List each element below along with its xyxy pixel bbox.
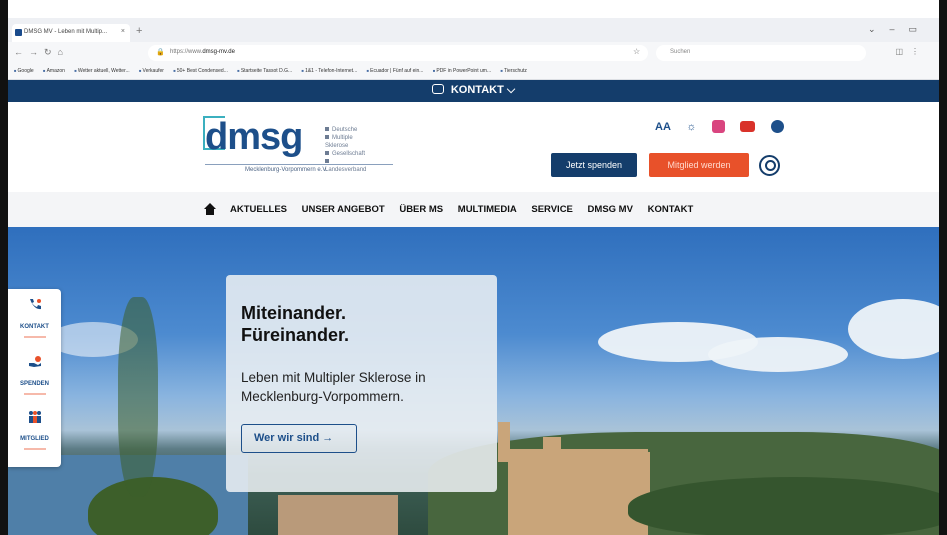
hero-text-card: Miteinander. Füreinander. Leben mit Mult…: [226, 275, 497, 492]
search-icon[interactable]: [759, 155, 780, 176]
home-icon[interactable]: [204, 203, 216, 215]
hero-title-line: Füreinander.: [241, 325, 350, 345]
bookmark-item[interactable]: Startseite Tassot D.G...: [237, 68, 292, 74]
youtube-icon[interactable]: [740, 121, 756, 133]
about-us-label: Wer wir sind: [254, 432, 320, 444]
facebook-icon[interactable]: [770, 120, 784, 134]
tab-title: DMSG MV - Leben mit Multip...: [24, 29, 108, 35]
nav-item-ueber-ms[interactable]: ÜBER MS: [399, 204, 443, 215]
sidebar-item-label: MITGLIED: [20, 436, 49, 442]
url-host: dmsg-mv.de: [202, 49, 235, 55]
divider: [23, 336, 46, 338]
nav-item-service[interactable]: SERVICE: [531, 204, 573, 215]
browser-nav-bar: ←→↻⌂ 🔒 https://www.dmsg-mv.de ☆ Suchen ◫…: [8, 42, 939, 64]
logo-descriptor: Deutsche Multiple Sklerose Gesellschaft …: [325, 126, 366, 174]
cloud: [708, 337, 848, 372]
bookmark-item[interactable]: Ecuador | Fünf auf ein...: [367, 68, 423, 74]
logo-wordmark: dmsg: [205, 116, 303, 158]
url-prefix: https://www.: [170, 49, 203, 55]
sidebar-item-label: SPENDEN: [19, 381, 49, 387]
nav-item-unser-angebot[interactable]: UNSER ANGEBOT: [302, 204, 385, 215]
logo-divider: [205, 164, 393, 165]
sidebar-item-mitglied[interactable]: MITGLIED: [8, 410, 61, 450]
logo-line: Gesellschaft: [325, 150, 366, 158]
arrow-right-icon: →: [322, 432, 334, 444]
chat-icon: [431, 84, 444, 94]
hero-subtitle: Leben mit Multipler Sklerose in Mecklenb…: [241, 370, 426, 404]
bookmark-item[interactable]: 50+ Best Condensed...: [173, 68, 228, 74]
browser-tab[interactable]: DMSG MV - Leben mit Multip... ×: [12, 24, 130, 42]
search-placeholder: Suchen: [670, 49, 691, 55]
hero-title-line: Miteinander.: [241, 303, 347, 323]
logo-line: Multiple Sklerose: [325, 134, 366, 150]
logo-line: Deutsche: [325, 126, 366, 134]
sidebar-item-label: KONTAKT: [20, 324, 49, 330]
font-size-icon[interactable]: AA: [655, 121, 671, 133]
browser-search-input[interactable]: Suchen: [656, 45, 866, 61]
nav-item-aktuelles[interactable]: AKTUELLES: [230, 204, 287, 215]
sidebar-item-kontakt[interactable]: KONTAKT: [8, 298, 61, 338]
bookmark-item[interactable]: Amazon: [43, 68, 65, 74]
sidebar-item-spenden[interactable]: SPENDEN: [8, 355, 61, 395]
site-header: dmsg Deutsche Multiple Sklerose Gesellsc…: [8, 102, 939, 192]
browser-nav-buttons[interactable]: ←→↻⌂: [14, 47, 69, 58]
hero-title: Miteinander. Füreinander.: [241, 302, 349, 346]
browser-tab-bar: DMSG MV - Leben mit Multip... × + ⌄–▭: [8, 0, 939, 42]
nav-items: AKTUELLES UNSER ANGEBOT ÜBER MS MULTIMED…: [230, 204, 705, 215]
screen-frame: DMSG MV - Leben mit Multip... × + ⌄–▭ ←→…: [0, 0, 947, 535]
social-links: AA ☼: [655, 118, 795, 134]
browser-extension-icons[interactable]: ◫⋮: [895, 47, 927, 56]
building: [278, 495, 398, 535]
bookmark-item[interactable]: Tierschutz: [501, 68, 527, 74]
logo-line: Landesverband: [325, 158, 366, 174]
divider: [23, 448, 46, 450]
instagram-icon[interactable]: [711, 120, 725, 134]
bookmark-item[interactable]: Google: [14, 68, 34, 74]
bookmark-item[interactable]: Verkaufer: [139, 68, 164, 74]
bookmark-star-icon[interactable]: ☆: [633, 47, 640, 56]
quick-links-sidebar: KONTAKT SPENDEN MITGLIED: [8, 289, 61, 467]
castle-tower: [498, 422, 510, 462]
divider: [23, 393, 46, 395]
close-tab-icon[interactable]: ×: [121, 28, 125, 35]
bookmark-item[interactable]: PDF in PowerPoint um...: [433, 68, 491, 74]
become-member-button[interactable]: Mitglied werden: [649, 153, 749, 177]
people-icon: [28, 411, 41, 423]
cloud: [848, 299, 939, 359]
bookmark-item[interactable]: Wetter aktuell, Wetter...: [74, 68, 130, 74]
logo-subtitle: Mecklenburg-Vorpommern e.V.: [245, 167, 328, 173]
address-bar[interactable]: 🔒 https://www.dmsg-mv.de: [148, 45, 648, 61]
contact-label: KONTAKT: [450, 84, 504, 96]
castle-tower: [543, 437, 561, 462]
favicon-icon: [15, 29, 22, 36]
window-controls[interactable]: ⌄–▭: [868, 24, 931, 35]
donate-button[interactable]: Jetzt spenden: [551, 153, 637, 177]
new-tab-button[interactable]: +: [136, 25, 142, 37]
chevron-down-icon: ⌵: [506, 84, 516, 96]
donate-hand-icon: [28, 356, 41, 367]
main-navigation: AKTUELLES UNSER ANGEBOT ÜBER MS MULTIMED…: [8, 192, 939, 227]
bookmark-item[interactable]: 1&1 - Telefon-Internet...: [302, 68, 357, 74]
nav-item-kontakt[interactable]: KONTAKT: [648, 204, 694, 215]
foreground-plant: [118, 297, 158, 497]
nav-item-multimedia[interactable]: MULTIMEDIA: [458, 204, 517, 215]
contact-top-bar[interactable]: KONTAKT ⌵: [8, 80, 939, 102]
treeline: [628, 477, 939, 535]
about-us-button[interactable]: Wer wir sind →: [241, 424, 357, 453]
dmsg-logo[interactable]: dmsg Deutsche Multiple Sklerose Gesellsc…: [203, 116, 393, 173]
castle-building: [508, 449, 648, 535]
lock-icon: 🔒: [156, 49, 165, 56]
bookmarks-bar: Google Amazon Wetter aktuell, Wetter... …: [8, 64, 939, 80]
contrast-icon[interactable]: ☼: [686, 121, 696, 133]
nav-item-dmsg-mv[interactable]: DMSG MV: [588, 204, 633, 215]
phone-icon: [29, 299, 41, 310]
